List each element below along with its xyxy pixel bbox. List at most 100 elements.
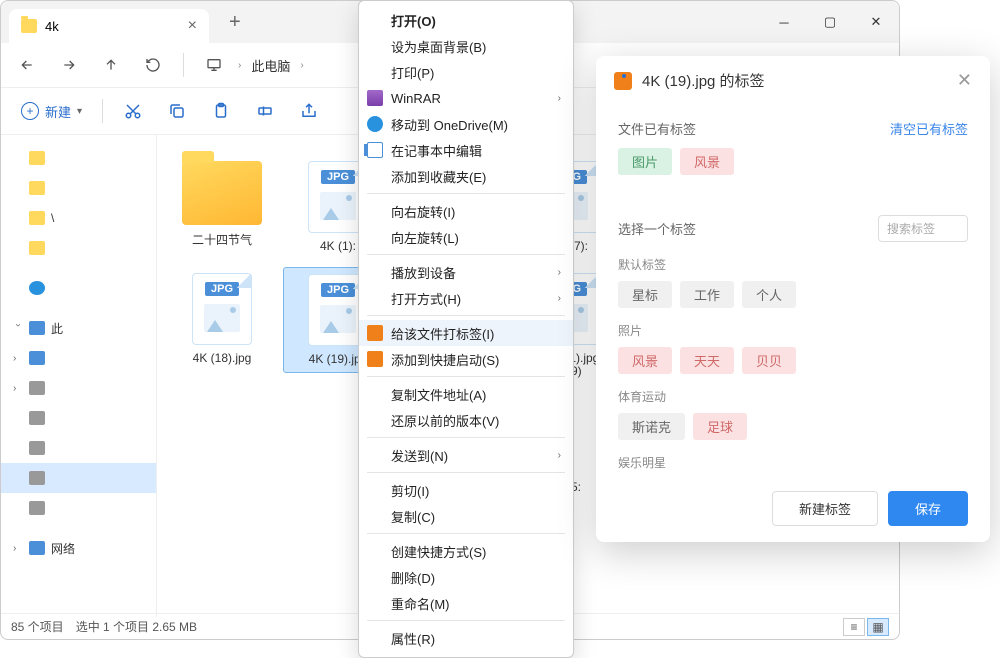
tag-icon <box>367 325 383 341</box>
minimize-button[interactable]: ─ <box>761 1 807 43</box>
ctx-wallpaper[interactable]: 设为桌面背景(B) <box>359 33 573 59</box>
ctx-print[interactable]: 打印(P) <box>359 59 573 85</box>
ctx-rotate-right[interactable]: 向右旋转(I) <box>359 198 573 224</box>
tag-star[interactable]: 星标 <box>618 281 672 308</box>
tag-chip-pic[interactable]: 图片 <box>618 148 672 175</box>
sidebar-item[interactable] <box>1 433 156 463</box>
tag-beibei[interactable]: 贝贝 <box>742 347 796 374</box>
tag-dialog: 4K (19).jpg 的标签 ✕ 文件已有标签 清空已有标签 图片 风景 选择… <box>596 56 990 542</box>
sidebar-item-thispc[interactable]: ›此 <box>1 313 156 343</box>
select-tag-label: 选择一个标签 <box>618 219 696 238</box>
close-button[interactable]: ✕ <box>853 1 899 43</box>
ctx-properties[interactable]: 属性(R) <box>359 625 573 651</box>
folder-icon <box>182 161 262 225</box>
share-button[interactable] <box>289 93 329 129</box>
chevron-right-icon: › <box>238 60 241 71</box>
file-item[interactable]: JPG4K (18).jpg <box>167 267 277 373</box>
sidebar-item-selected[interactable] <box>1 463 156 493</box>
cat-sport: 体育运动 <box>618 388 968 405</box>
new-tab-button[interactable]: + <box>217 7 253 38</box>
ctx-favorites[interactable]: 添加到收藏夹(E) <box>359 163 573 189</box>
maximize-button[interactable]: ▢ <box>807 1 853 43</box>
close-tab-button[interactable]: × <box>188 17 197 35</box>
ctx-rotate-left[interactable]: 向左旋转(L) <box>359 224 573 250</box>
sidebar-item[interactable] <box>1 173 156 203</box>
ctx-copy[interactable]: 复制(C) <box>359 503 573 529</box>
dialog-header: 4K (19).jpg 的标签 ✕ <box>596 56 990 105</box>
cat-default: 默认标签 <box>618 256 968 273</box>
pc-icon <box>29 321 45 335</box>
sidebar-item[interactable]: \ <box>1 203 156 233</box>
view-grid-button[interactable]: ▦ <box>867 618 889 636</box>
ctx-rename[interactable]: 重命名(M) <box>359 590 573 616</box>
sidebar-item[interactable] <box>1 233 156 263</box>
rename-button[interactable] <box>245 93 285 129</box>
drive-icon <box>29 471 45 485</box>
tag-soccer[interactable]: 足球 <box>693 413 747 440</box>
dialog-title: 4K (19).jpg 的标签 <box>642 70 765 91</box>
save-button[interactable]: 保存 <box>888 491 968 526</box>
ctx-restore[interactable]: 还原以前的版本(V) <box>359 407 573 433</box>
sidebar-item[interactable] <box>1 493 156 523</box>
sidebar-item[interactable]: › <box>1 343 156 373</box>
sidebar: \ ›此 › › ›网络 <box>1 135 157 617</box>
ctx-tag[interactable]: 给该文件打标签(I) <box>359 320 573 346</box>
ctx-quicklaunch[interactable]: 添加到快捷启动(S) <box>359 346 573 372</box>
chevron-right-icon: › <box>300 60 303 71</box>
back-button[interactable] <box>9 47 45 83</box>
view-list-button[interactable]: ≡ <box>843 618 865 636</box>
sidebar-item[interactable]: › <box>1 373 156 403</box>
crumb-thispc[interactable]: 此电脑 <box>251 56 290 75</box>
up-button[interactable] <box>93 47 129 83</box>
ctx-sendto[interactable]: 发送到(N)› <box>359 442 573 468</box>
forward-button[interactable] <box>51 47 87 83</box>
pc-icon[interactable] <box>196 47 232 83</box>
sidebar-item-onedrive[interactable] <box>1 273 156 303</box>
ctx-onedrive[interactable]: 移动到 OneDrive(M) <box>359 111 573 137</box>
new-tag-button[interactable]: 新建标签 <box>772 491 878 526</box>
tag-app-icon <box>614 72 632 90</box>
jpg-icon: JPG <box>192 273 252 345</box>
onedrive-icon <box>367 116 383 132</box>
ctx-copypath[interactable]: 复制文件地址(A) <box>359 381 573 407</box>
sidebar-item-network[interactable]: ›网络 <box>1 533 156 563</box>
ctx-open[interactable]: 打开(O) <box>359 7 573 33</box>
sidebar-item[interactable] <box>1 143 156 173</box>
new-button[interactable]: + 新建 ▾ <box>11 96 92 127</box>
drive-icon <box>29 441 45 455</box>
ctx-delete[interactable]: 删除(D) <box>359 564 573 590</box>
copy-button[interactable] <box>157 93 197 129</box>
tag-work[interactable]: 工作 <box>680 281 734 308</box>
tag-snooker[interactable]: 斯诺克 <box>618 413 685 440</box>
ctx-cast[interactable]: 播放到设备› <box>359 259 573 285</box>
breadcrumb[interactable]: › 此电脑 › <box>238 56 304 75</box>
folder-item[interactable]: 二十四节气 <box>167 155 277 259</box>
tag-chip-scenery[interactable]: 风景 <box>680 148 734 175</box>
clear-tags-link[interactable]: 清空已有标签 <box>890 119 968 138</box>
tag-scenery2[interactable]: 风景 <box>618 347 672 374</box>
tag-tiantian[interactable]: 天天 <box>680 347 734 374</box>
quick-icon <box>367 351 383 367</box>
ctx-winrar[interactable]: WinRAR› <box>359 85 573 111</box>
drive-icon <box>29 381 45 395</box>
cut-button[interactable] <box>113 93 153 129</box>
onedrive-icon <box>29 281 45 295</box>
dialog-close-button[interactable]: ✕ <box>957 70 972 91</box>
drive-icon <box>29 351 45 365</box>
ctx-shortcut[interactable]: 创建快捷方式(S) <box>359 538 573 564</box>
existing-tags-label: 文件已有标签 <box>618 119 696 138</box>
ctx-openwith[interactable]: 打开方式(H)› <box>359 285 573 311</box>
ctx-cut[interactable]: 剪切(I) <box>359 477 573 503</box>
window-controls: ─ ▢ ✕ <box>761 1 899 43</box>
refresh-button[interactable] <box>135 47 171 83</box>
tab-active[interactable]: 4k × <box>9 9 209 43</box>
plus-icon: + <box>21 102 39 120</box>
search-tag-input[interactable]: 搜索标签 <box>878 215 968 242</box>
ctx-notepad[interactable]: 在记事本中编辑 <box>359 137 573 163</box>
folder-icon <box>29 211 45 225</box>
winrar-icon <box>367 90 383 106</box>
sidebar-item[interactable] <box>1 403 156 433</box>
folder-icon <box>29 181 45 195</box>
paste-button[interactable] <box>201 93 241 129</box>
tag-personal[interactable]: 个人 <box>742 281 796 308</box>
